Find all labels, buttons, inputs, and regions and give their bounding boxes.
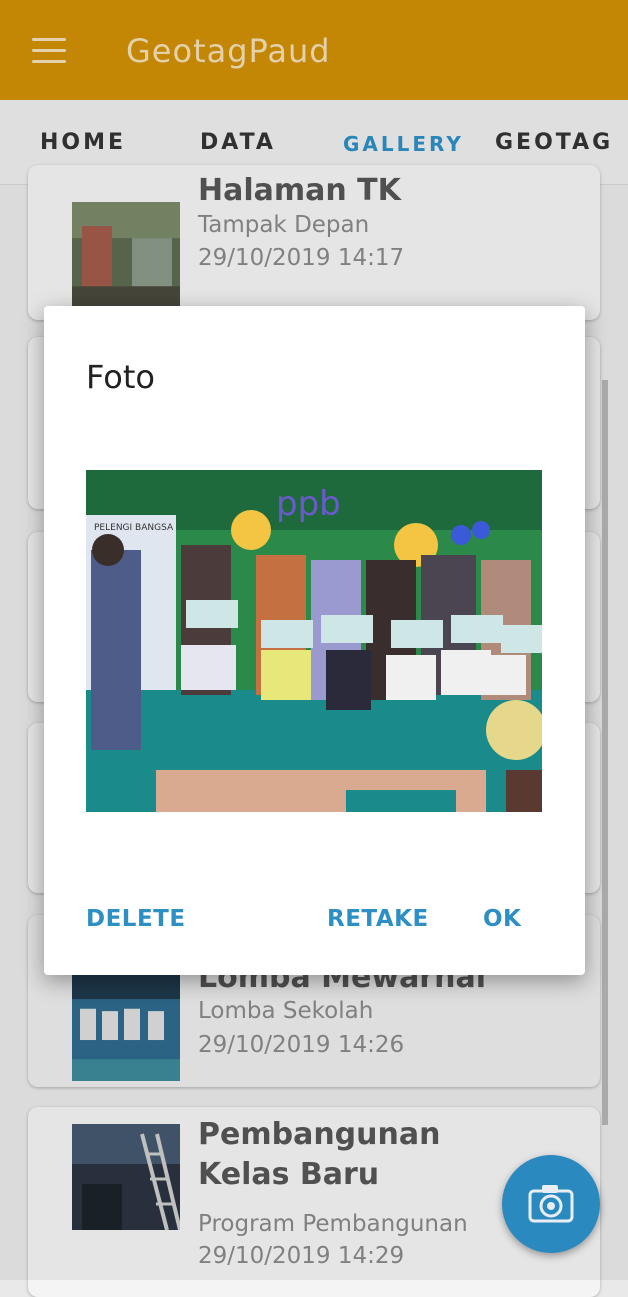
dialog-title: Foto: [86, 358, 155, 396]
photo-dialog: Foto PELENGI BANGSA ppb DELETE RETAKE OK: [44, 306, 585, 975]
photo-letters: ppb: [276, 484, 341, 524]
delete-button[interactable]: DELETE: [86, 906, 186, 932]
photo-banner-text: PELENGI BANGSA: [94, 523, 174, 533]
retake-button[interactable]: RETAKE: [327, 906, 429, 932]
ok-button[interactable]: OK: [483, 906, 521, 932]
camera-icon: [528, 1185, 574, 1223]
dialog-photo: PELENGI BANGSA ppb: [86, 470, 542, 812]
camera-fab[interactable]: [502, 1155, 600, 1253]
